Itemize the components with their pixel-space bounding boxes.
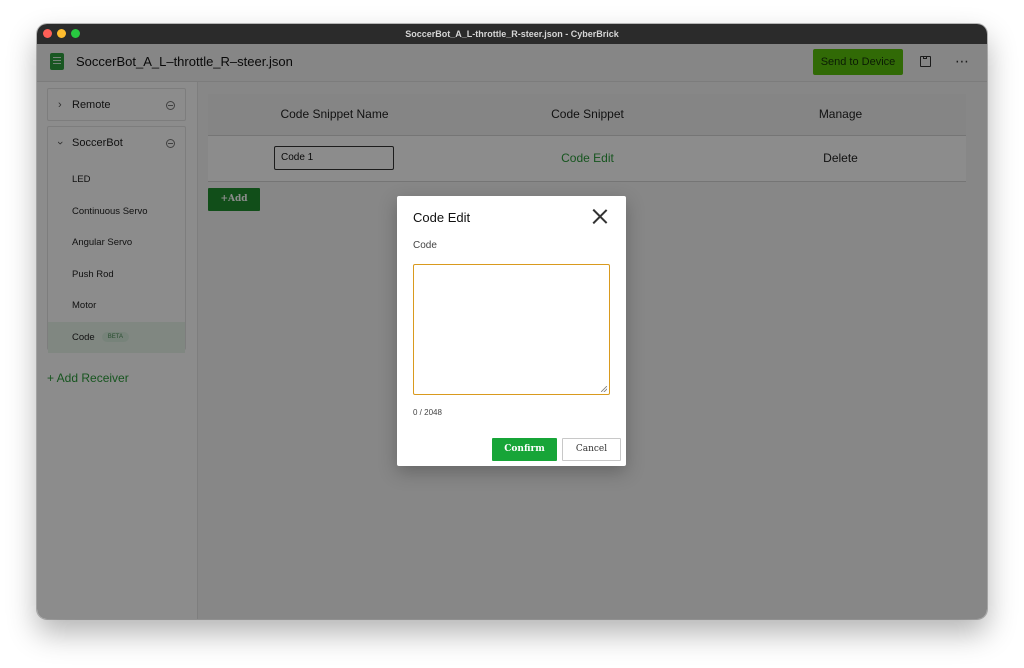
title-bar: SoccerBot_A_L-throttle_R-steer.json - Cy… bbox=[37, 24, 987, 44]
character-count: 0 / 2048 bbox=[413, 408, 442, 417]
cancel-button[interactable]: Cancel bbox=[562, 438, 621, 461]
dialog-title: Code Edit bbox=[413, 210, 471, 225]
code-field-label: Code bbox=[413, 240, 437, 251]
code-textarea[interactable] bbox=[413, 264, 610, 395]
confirm-button[interactable]: Confirm bbox=[492, 438, 557, 461]
close-icon[interactable] bbox=[592, 209, 607, 224]
resize-handle-icon[interactable] bbox=[601, 386, 607, 392]
code-edit-dialog: Code Edit Code 0 / 2048 Confirm Cancel bbox=[397, 196, 626, 466]
window-title: SoccerBot_A_L-throttle_R-steer.json - Cy… bbox=[405, 29, 619, 39]
